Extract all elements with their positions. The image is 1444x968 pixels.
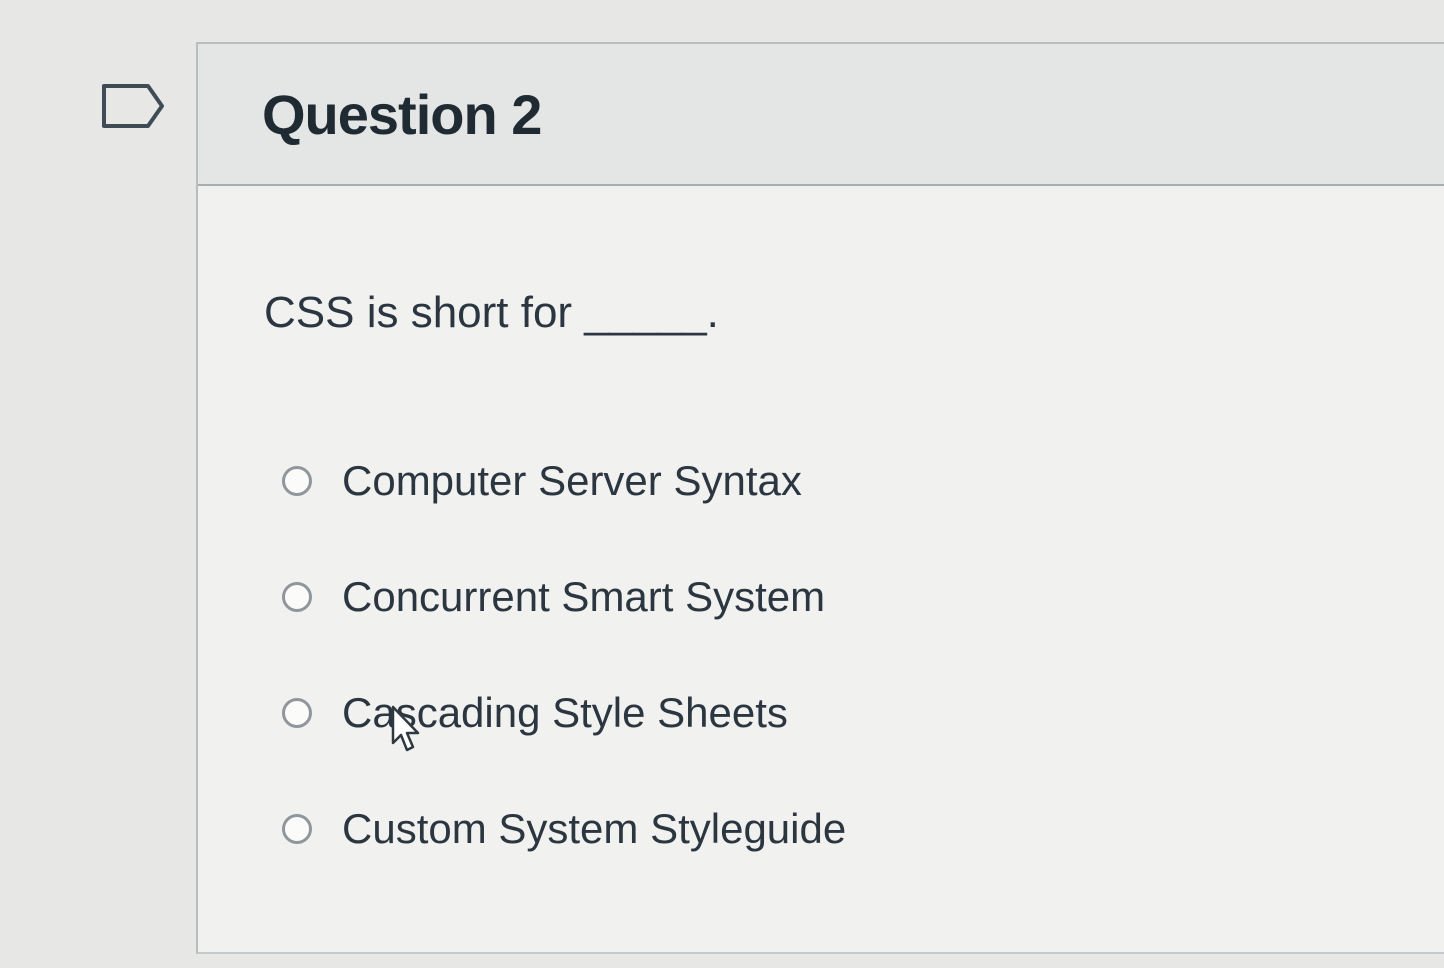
answer-option-custom-system-styleguide[interactable]: Custom System Styleguide [282, 800, 1182, 916]
answer-option-cascading-style-sheets[interactable]: Cascading Style Sheets [282, 684, 1182, 800]
question-card: Question 2 CSS is short for _____. Compu… [196, 42, 1444, 954]
radio-unchecked-icon[interactable] [282, 466, 312, 496]
answer-label[interactable]: Cascading Style Sheets [342, 684, 788, 742]
question-prompt: CSS is short for _____. [264, 288, 719, 337]
answer-options: Computer Server Syntax Concurrent Smart … [282, 452, 1182, 916]
radio-unchecked-icon[interactable] [282, 814, 312, 844]
answer-label[interactable]: Computer Server Syntax [342, 452, 802, 510]
question-title: Question 2 [262, 83, 542, 146]
question-header: Question 2 [198, 44, 1444, 186]
answer-option-concurrent-smart-system[interactable]: Concurrent Smart System [282, 568, 1182, 684]
flag-question-icon[interactable] [100, 82, 168, 132]
answer-label[interactable]: Custom System Styleguide [342, 800, 846, 858]
answer-label[interactable]: Concurrent Smart System [342, 568, 825, 626]
answer-option-computer-server-syntax[interactable]: Computer Server Syntax [282, 452, 1182, 568]
radio-unchecked-icon[interactable] [282, 582, 312, 612]
radio-unchecked-icon[interactable] [282, 698, 312, 728]
